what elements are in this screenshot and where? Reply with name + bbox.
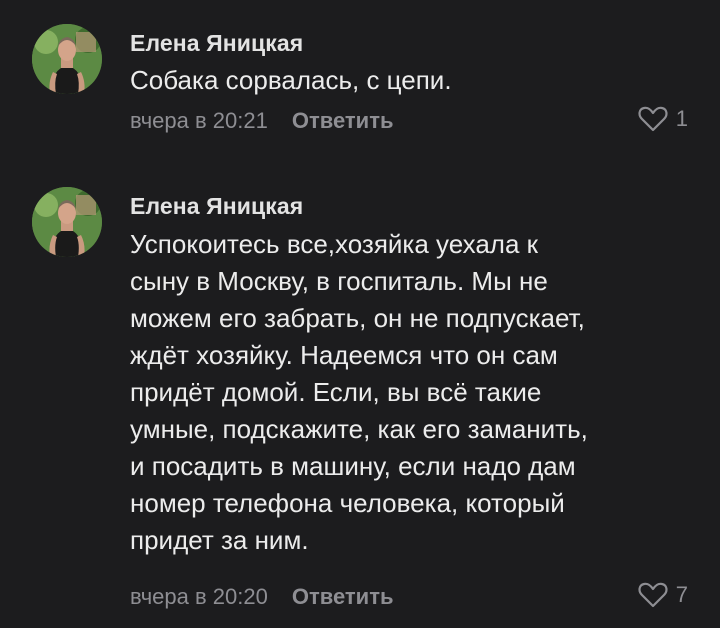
- comment-text: Собака сорвалась, с цепи.: [130, 62, 690, 99]
- comment-text-line: Собака сорвалась, с цепи.: [130, 65, 452, 95]
- comment-time: вчера в 20:20: [130, 584, 268, 609]
- comment-text-line: придет за ним.: [130, 525, 309, 555]
- comment-text-line: ждёт хозяйку. Надеемся что он сам: [130, 340, 558, 370]
- comment-text-line: можем его забрать, он не подпускает,: [130, 303, 585, 333]
- comment-text-line: и посадить в машину, если надо дам: [130, 451, 576, 481]
- comment-time: вчера в 20:21: [130, 108, 268, 133]
- comment-text-line: умные, подскажите, как его заманить,: [130, 414, 588, 444]
- reply-button[interactable]: Ответить: [292, 584, 394, 609]
- comment-meta: вчера в 20:21 Ответить: [130, 108, 394, 134]
- like-count: 7: [675, 582, 688, 607]
- heart-icon: [638, 106, 668, 132]
- comment-text: Успокоитесь все,хозяйка уехала к сыну в …: [130, 226, 690, 559]
- comment-text-line: номер телефона человека, который: [130, 488, 565, 518]
- comment-author[interactable]: Елена Яницкая: [130, 30, 303, 57]
- comment: Елена Яницкая Собака сорвалась, с цепи. …: [0, 0, 720, 160]
- comment-author[interactable]: Елена Яницкая: [130, 193, 303, 220]
- heart-icon: [638, 582, 668, 608]
- avatar[interactable]: [32, 24, 102, 94]
- reply-button[interactable]: Ответить: [292, 108, 394, 133]
- like-button[interactable]: 1: [638, 106, 688, 132]
- like-button[interactable]: 7: [638, 582, 688, 608]
- avatar-photo: [32, 187, 102, 257]
- comment-text-line: придёт домой. Если, вы всё такие: [130, 377, 542, 407]
- comment-meta: вчера в 20:20 Ответить: [130, 584, 394, 610]
- comment-text-line: Успокоитесь все,хозяйка уехала к: [130, 229, 539, 259]
- avatar-photo: [32, 24, 102, 94]
- comment: Елена Яницкая Успокоитесь все,хозяйка уе…: [0, 160, 720, 628]
- comment-text-line: сыну в Москву, в госпиталь. Мы не: [130, 266, 548, 296]
- like-count: 1: [675, 106, 688, 131]
- avatar[interactable]: [32, 187, 102, 257]
